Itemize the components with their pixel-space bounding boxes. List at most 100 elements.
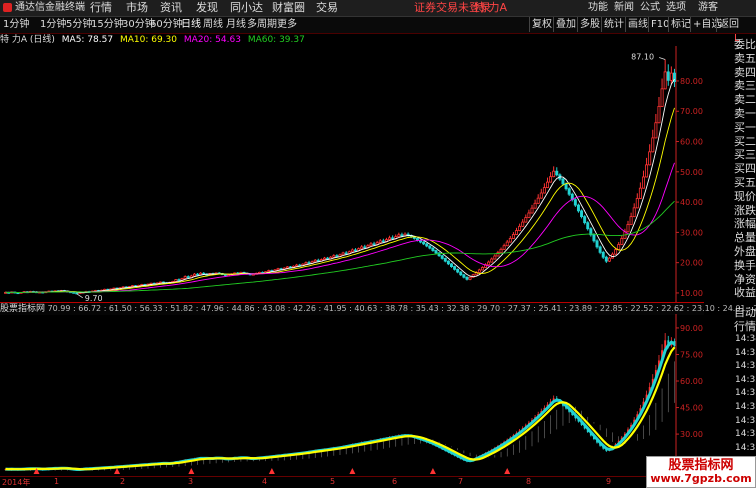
sidebar-item-11[interactable]: 现价 [734,190,756,204]
timeframe-tab-8[interactable]: 月线 [226,18,246,32]
timeframe-tab-6[interactable]: 日线 [181,18,201,32]
timeframe-tab-1[interactable]: 1分钟 [40,18,66,32]
menu-item-1[interactable]: 市场 [126,1,148,15]
sidebar-item-14[interactable]: 总量 [734,231,756,245]
price-kline-chart[interactable]: 80.00 70.00 60.00 50.00 40.00 30.00 20.00 10.00… [0,46,704,302]
app-logo-icon [3,3,12,12]
candle-body [573,199,577,206]
sidebar-item-3[interactable]: 卖三 [734,79,756,93]
toolbar-button-8[interactable]: 返回 [716,17,741,32]
site-watermark: 股票指标网 www.7gpzb.com [646,456,756,488]
candle-body [316,259,320,262]
sidebar-bottom-0[interactable]: 自动 [734,306,756,320]
candle-body [477,269,481,273]
candle-body [598,246,602,253]
sidebar-item-7[interactable]: 买二 [734,135,756,149]
price-tick-label: 20.00 [680,259,703,268]
sidebar-item-1[interactable]: 卖五 [734,52,756,66]
date-label-3: 3 [188,477,194,486]
candle-body [648,151,652,166]
indicator-chart[interactable]: 90.0075.0060.0045.0030.0015.00 [0,314,704,476]
watermark-url: www.7gpzb.com [650,472,752,485]
sidebar-item-12[interactable]: 涨跌 [734,204,756,218]
candle-body [642,176,645,189]
candle-body [521,221,525,227]
ma10-value: MA10: 69.30 [119,35,178,45]
candle-body [490,258,494,263]
candle-body [607,257,611,262]
top-right-item-2[interactable]: 公式 [640,1,660,15]
candle-body [576,204,580,212]
timeframe-tab-0[interactable]: 1分钟 [3,18,29,32]
candle-body [449,263,453,267]
indicator-tick-label: 30.00 [680,430,703,439]
candle-body [487,261,491,266]
candle-body [552,170,556,178]
sidebar-item-9[interactable]: 买四 [734,162,756,176]
menu-item-6[interactable]: 交易 [316,1,338,15]
menu-item-5[interactable]: 财富圈 [272,1,305,15]
top-right-item-0[interactable]: 功能 [588,1,608,15]
sidebar-item-16[interactable]: 换手 [734,259,756,273]
date-label-6: 6 [392,477,398,486]
candle-body [480,267,484,271]
candle-body [499,248,503,254]
sidebar-item-4[interactable]: 卖二 [734,93,756,107]
tick-time-8: 14:35 [735,442,756,453]
menu-item-2[interactable]: 资讯 [160,1,182,15]
high-price-label: 87.10 [631,52,654,61]
menu-item-0[interactable]: 行情 [90,1,112,15]
sidebar-item-13[interactable]: 涨幅 [734,217,756,231]
sidebar-item-17[interactable]: 净资 [734,273,756,287]
toolbar-button-3[interactable]: 统计 [601,17,626,32]
candle-body [508,238,512,243]
toolbar-button-1[interactable]: 叠加 [553,17,578,32]
sidebar-item-5[interactable]: 卖一 [734,107,756,121]
high-marker-line [659,57,666,60]
timeframe-tab-5[interactable]: 60分钟 [150,18,183,32]
timeframe-tab-7[interactable]: 周线 [203,18,223,32]
stock-name-period: 特 力A (日线) [0,35,55,45]
sidebar-item-0[interactable]: 委比 [734,38,756,52]
buy-arrow-icon [504,468,511,474]
candle-body [580,210,584,218]
top-right-item-4[interactable]: 游客 [698,1,718,15]
menu-item-3[interactable]: 发现 [196,1,218,15]
timeframe-tab-10[interactable]: 更多 [277,18,297,32]
candle-body [530,207,534,214]
sidebar-item-10[interactable]: 买五 [734,176,756,190]
candle-body [456,268,460,273]
candle-body [567,188,571,195]
candle-body [186,276,190,279]
menu-item-4[interactable]: 同小达 [230,1,263,15]
sidebar-item-8[interactable]: 买三 [734,148,756,162]
candle-body [586,222,590,230]
candle-body [446,260,450,265]
sidebar-item-6[interactable]: 买一 [734,121,756,135]
sidebar-item-15[interactable]: 外盘 [734,245,756,259]
toolbar-button-0[interactable]: 复权 [529,17,554,32]
candle-body [502,245,506,250]
candle-body [332,255,336,258]
candle-body [388,237,392,241]
candle-body [518,225,522,231]
candle-body [267,270,271,273]
candle-body [505,241,509,247]
candle-body [638,187,642,199]
date-label-0: 2014年 [2,478,31,487]
timeframe-tab-9[interactable]: 多周期 [247,18,277,32]
toolbar-button-2[interactable]: 多股 [577,17,602,32]
date-label-1: 1 [54,477,60,486]
timeframe-tab-2[interactable]: 5分钟 [66,18,92,32]
period-toolbar: 1分钟 1分钟 5分钟 15分钟 30分钟 60分钟 日线 周线 月线 多周期 更多 复权 叠加 多股 统计… [0,17,756,34]
candle-body [620,238,624,245]
top-right-item-3[interactable]: 选项 [666,1,686,15]
top-right-item-1[interactable]: 新闻 [614,1,634,15]
sidebar-bottom-1[interactable]: 行情 [734,320,756,334]
toolbar-button-4[interactable]: 画线 [625,17,650,32]
candle-body [632,207,636,218]
candle-body [75,292,79,295]
sidebar-item-18[interactable]: 收益 [734,286,756,300]
timeframe-tab-3[interactable]: 15分钟 [91,18,124,32]
sidebar-item-2[interactable]: 卖四 [734,66,756,80]
